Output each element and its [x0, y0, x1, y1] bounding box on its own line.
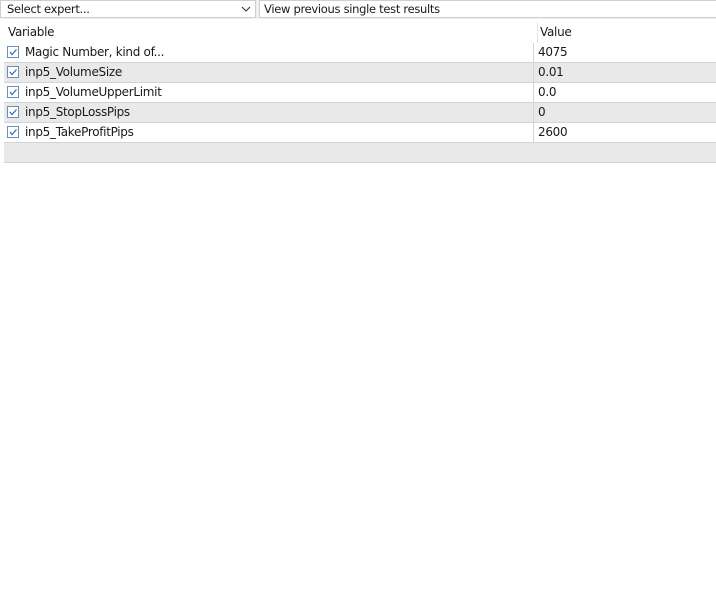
- variable-name-cell: Magic Number, kind of...: [25, 45, 165, 59]
- expert-select-value: Select expert...: [7, 2, 90, 16]
- tester-inputs-panel: Select expert... View previous single te…: [0, 0, 716, 600]
- checkmark-icon: [9, 109, 17, 116]
- inputs-table: Variable Value Magic Number, kind of... 4…: [0, 22, 716, 600]
- variable-name-cell: inp5_TakeProfitPips: [25, 125, 134, 139]
- cell-divider: [533, 123, 534, 142]
- row-checkbox[interactable]: [7, 86, 19, 98]
- checkmark-icon: [9, 89, 17, 96]
- column-divider[interactable]: [537, 22, 538, 43]
- value-cell[interactable]: 0: [538, 105, 546, 119]
- checkmark-icon: [9, 49, 17, 56]
- row-checkbox[interactable]: [7, 126, 19, 138]
- column-header-variable[interactable]: Variable: [8, 25, 54, 39]
- row-checkbox[interactable]: [7, 106, 19, 118]
- table-row[interactable]: inp5_TakeProfitPips 2600: [4, 123, 716, 143]
- checkmark-icon: [9, 129, 17, 136]
- cell-divider: [533, 103, 534, 122]
- view-previous-results-label: View previous single test results: [264, 2, 440, 16]
- table-row[interactable]: inp5_StopLossPips 0: [4, 103, 716, 123]
- checkmark-icon: [9, 69, 17, 76]
- value-cell[interactable]: 4075: [538, 45, 568, 59]
- row-checkbox[interactable]: [7, 66, 19, 78]
- variable-name-cell: inp5_VolumeSize: [25, 65, 122, 79]
- value-cell[interactable]: 2600: [538, 125, 568, 139]
- column-header-value[interactable]: Value: [540, 25, 572, 39]
- value-cell[interactable]: 0.0: [538, 85, 556, 99]
- table-row[interactable]: Magic Number, kind of... 4075: [4, 43, 716, 63]
- empty-row: [4, 143, 716, 163]
- expert-select[interactable]: Select expert...: [0, 0, 256, 18]
- toolbar: Select expert... View previous single te…: [0, 0, 716, 19]
- chevron-down-icon[interactable]: [241, 3, 251, 15]
- value-cell[interactable]: 0.01: [538, 65, 564, 79]
- variable-name-cell: inp5_VolumeUpperLimit: [25, 85, 162, 99]
- cell-divider: [533, 63, 534, 82]
- cell-divider: [533, 83, 534, 102]
- table-header: Variable Value: [4, 22, 716, 43]
- variable-name-cell: inp5_StopLossPips: [25, 105, 130, 119]
- table-row[interactable]: inp5_VolumeUpperLimit 0.0: [4, 83, 716, 103]
- cell-divider: [533, 43, 534, 62]
- row-checkbox[interactable]: [7, 46, 19, 58]
- table-row[interactable]: inp5_VolumeSize 0.01: [4, 63, 716, 83]
- view-previous-results-button[interactable]: View previous single test results: [259, 0, 716, 18]
